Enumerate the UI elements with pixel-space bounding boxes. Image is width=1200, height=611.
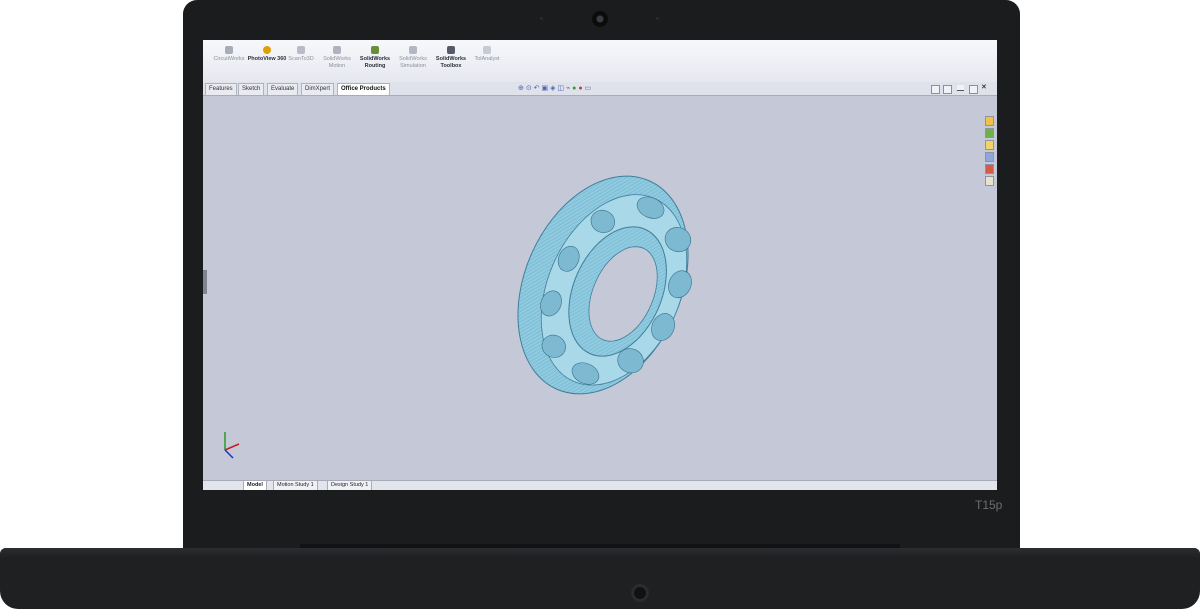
lid-notch: [631, 584, 649, 602]
webcam-icon: [592, 11, 608, 27]
model-tabs: Model Motion Study 1 Design Study 1: [203, 480, 997, 490]
tab-model[interactable]: Model: [243, 481, 267, 490]
tab-dimxpert[interactable]: DimXpert: [301, 83, 335, 95]
application-window: CircuitWorks PhotoView 360 ScanTo3D Soli…: [203, 40, 997, 490]
ribbon-label: ScanTo3D: [288, 56, 314, 62]
zoom-area-icon[interactable]: ⊙: [526, 85, 532, 92]
tab-design-study[interactable]: Design Study 1: [327, 481, 373, 490]
view-settings-icon[interactable]: ▭: [585, 85, 592, 92]
hide-show-icon[interactable]: ⌁: [566, 85, 570, 92]
reference-triad: [224, 432, 240, 459]
resources-icon[interactable]: [985, 116, 994, 126]
tab-office-products[interactable]: Office Products: [337, 83, 390, 95]
command-tabs: Features Sketch Evaluate DimXpert Office…: [203, 82, 997, 96]
sensor-dot: [540, 17, 543, 20]
ribbon-label: TolAnalyst: [474, 56, 500, 62]
bearing-model[interactable]: [483, 165, 723, 405]
appearance-icon[interactable]: ●: [572, 85, 576, 92]
ribbon-label: CircuitWorks: [213, 56, 245, 62]
ribbon-label: SolidWorks Simulation: [399, 56, 427, 69]
ribbon-label: SolidWorks Routing: [359, 56, 391, 69]
tolanalyst-icon: [483, 46, 491, 54]
photoview-icon: [263, 46, 271, 54]
close-icon[interactable]: ✕: [981, 84, 988, 91]
cascade-icon[interactable]: [943, 85, 952, 94]
file-explorer-icon[interactable]: [985, 140, 994, 150]
design-library-icon[interactable]: [985, 128, 994, 138]
ribbon-label: SolidWorks Motion: [323, 56, 351, 69]
appearances-icon[interactable]: [985, 164, 994, 174]
task-pane: [985, 116, 995, 188]
panel-splitter[interactable]: [203, 270, 207, 294]
model-label: T15p: [975, 498, 1003, 512]
zoom-fit-icon[interactable]: ⊕: [518, 85, 524, 92]
scan-icon: [297, 46, 305, 54]
toolbox-icon: [447, 46, 455, 54]
search-icon[interactable]: [985, 152, 994, 162]
tab-sketch[interactable]: Sketch: [238, 83, 265, 95]
simulation-icon: [409, 46, 417, 54]
scene-icon[interactable]: ●: [578, 85, 582, 92]
section-view-icon[interactable]: ▣: [541, 85, 548, 92]
minimize-icon[interactable]: [957, 85, 964, 91]
laptop-base-edge: [0, 548, 1200, 558]
heads-up-toolbar: ⊕ ⊙ ↶ ▣ ◈ ◫ ⌁ ● ● ▭: [518, 84, 591, 94]
tab-features[interactable]: Features: [205, 83, 237, 95]
sensor-dot: [656, 17, 659, 20]
tab-motion-study[interactable]: Motion Study 1: [273, 481, 318, 490]
previous-view-icon[interactable]: ↶: [534, 85, 540, 92]
circuit-icon: [225, 46, 233, 54]
tile-icon[interactable]: [931, 85, 940, 94]
ribbon-label: SolidWorks Toolbox: [435, 56, 467, 69]
view-orientation-icon[interactable]: ◈: [550, 85, 555, 92]
ribbon-tolanalyst-button[interactable]: TolAnalyst: [465, 46, 509, 63]
motion-icon: [333, 46, 341, 54]
maximize-icon[interactable]: [969, 85, 978, 94]
routing-icon: [371, 46, 379, 54]
tab-evaluate[interactable]: Evaluate: [267, 83, 299, 95]
addins-ribbon: CircuitWorks PhotoView 360 ScanTo3D Soli…: [203, 40, 997, 83]
display-style-icon[interactable]: ◫: [557, 85, 564, 92]
custom-properties-icon[interactable]: [985, 176, 994, 186]
